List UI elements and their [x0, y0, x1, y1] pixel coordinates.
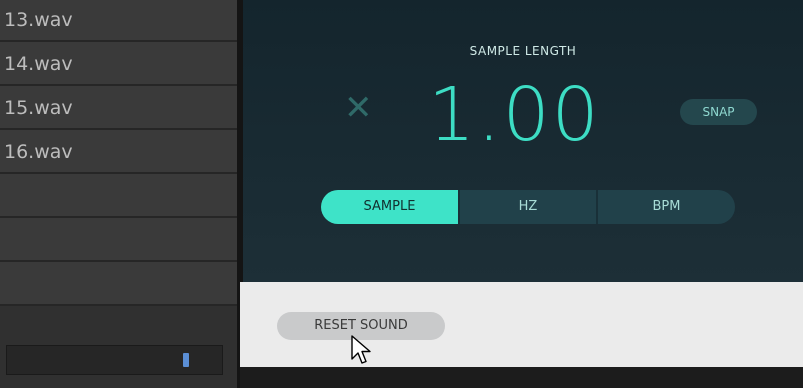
mode-toggle: SAMPLE HZ BPM	[321, 190, 735, 224]
mode-hz-button[interactable]: HZ	[458, 190, 598, 224]
snap-button[interactable]: SNAP	[680, 99, 757, 125]
list-item[interactable]: 14.wav	[0, 44, 237, 86]
sample-length-label: SAMPLE LENGTH	[469, 44, 577, 58]
horizontal-scrollbar[interactable]	[6, 345, 223, 375]
list-item[interactable]	[0, 264, 237, 306]
mode-bpm-button[interactable]: BPM	[598, 190, 735, 224]
scrollbar-thumb[interactable]	[183, 353, 189, 367]
sample-length-value[interactable]: 1.00	[428, 70, 601, 160]
bottom-bar	[240, 367, 803, 388]
multiply-icon: ✕	[344, 88, 373, 128]
mouse-pointer-icon	[351, 335, 371, 364]
mode-sample-button[interactable]: SAMPLE	[321, 190, 458, 224]
list-item[interactable]	[0, 220, 237, 262]
list-item[interactable]: 15.wav	[0, 88, 237, 130]
list-item[interactable]	[0, 176, 237, 218]
actions-panel: RESET SOUND	[240, 282, 803, 367]
list-item[interactable]: 16.wav	[0, 132, 237, 174]
file-list: 13.wav 14.wav 15.wav 16.wav	[0, 0, 237, 388]
sample-length-panel: SAMPLE LENGTH ✕ 1.00 SNAP SAMPLE HZ BPM	[243, 0, 803, 282]
list-item[interactable]: 13.wav	[0, 0, 237, 42]
